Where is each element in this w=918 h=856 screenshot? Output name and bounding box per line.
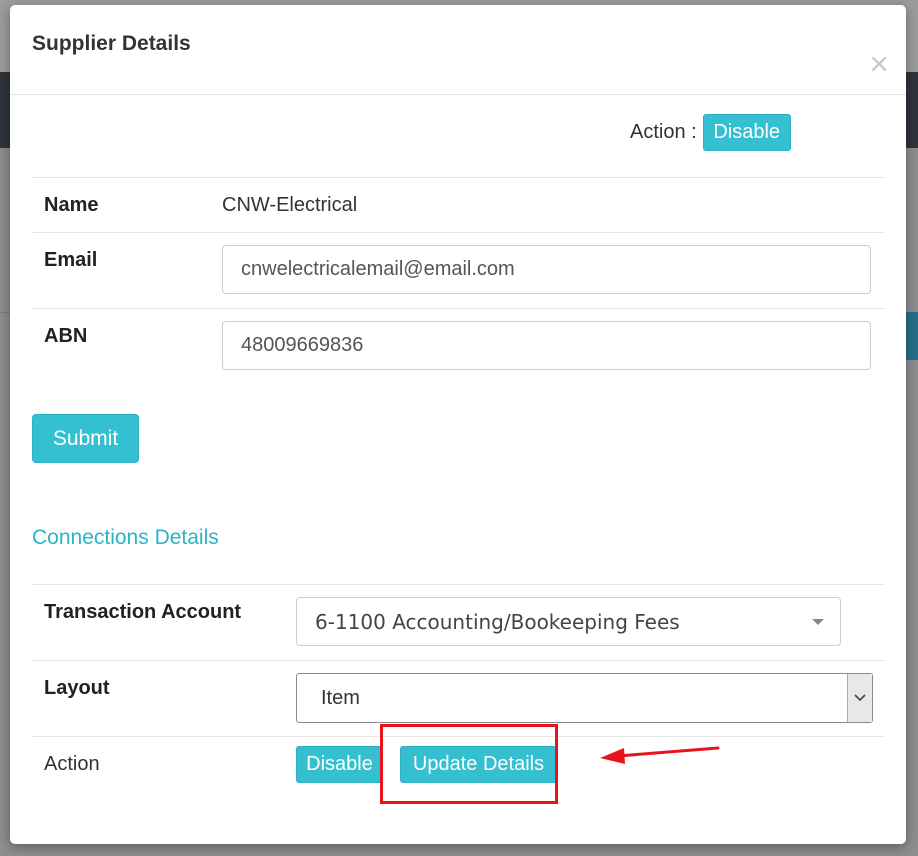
supplier-details-modal: Supplier Details × Action : Disable Name…: [10, 5, 906, 844]
email-field[interactable]: cnwelectricalemail@email.com: [222, 245, 871, 294]
transaction-account-select[interactable]: 6-1100 Accounting/Bookeeping Fees: [296, 597, 841, 646]
action-label: Action: [44, 753, 100, 775]
submit-button[interactable]: Submit: [32, 414, 139, 463]
name-label: Name: [44, 194, 99, 216]
annotation-highlight-box: [380, 724, 558, 804]
background-table-header: [906, 312, 918, 360]
top-action-bar: Action : Disable: [630, 114, 791, 151]
layout-select[interactable]: Item: [296, 673, 873, 723]
layout-value: Item: [321, 686, 360, 709]
caret-down-icon: [812, 619, 824, 625]
row-divider: [32, 308, 885, 309]
top-disable-button[interactable]: Disable: [702, 114, 791, 151]
row-divider: [32, 177, 885, 178]
row-divider: [32, 232, 885, 233]
chevron-down-icon[interactable]: [847, 674, 872, 722]
disable-button[interactable]: Disable: [296, 746, 383, 783]
modal-header: Supplier Details ×: [10, 5, 906, 95]
connections-section-title: Connections Details: [32, 526, 219, 549]
abn-label: ABN: [44, 325, 88, 347]
modal-title: Supplier Details: [32, 32, 191, 55]
name-value: CNW-Electrical: [222, 194, 358, 216]
close-icon[interactable]: ×: [868, 51, 890, 77]
abn-field[interactable]: 48009669836: [222, 321, 871, 370]
annotation-arrow-icon: [600, 746, 720, 764]
layout-label: Layout: [44, 677, 110, 699]
top-action-label: Action :: [630, 121, 697, 143]
row-divider: [32, 584, 885, 585]
transaction-account-value: 6-1100 Accounting/Bookeeping Fees: [315, 609, 680, 634]
email-label: Email: [44, 249, 98, 271]
row-divider: [32, 660, 885, 661]
transaction-account-label: Transaction Account: [44, 601, 242, 623]
